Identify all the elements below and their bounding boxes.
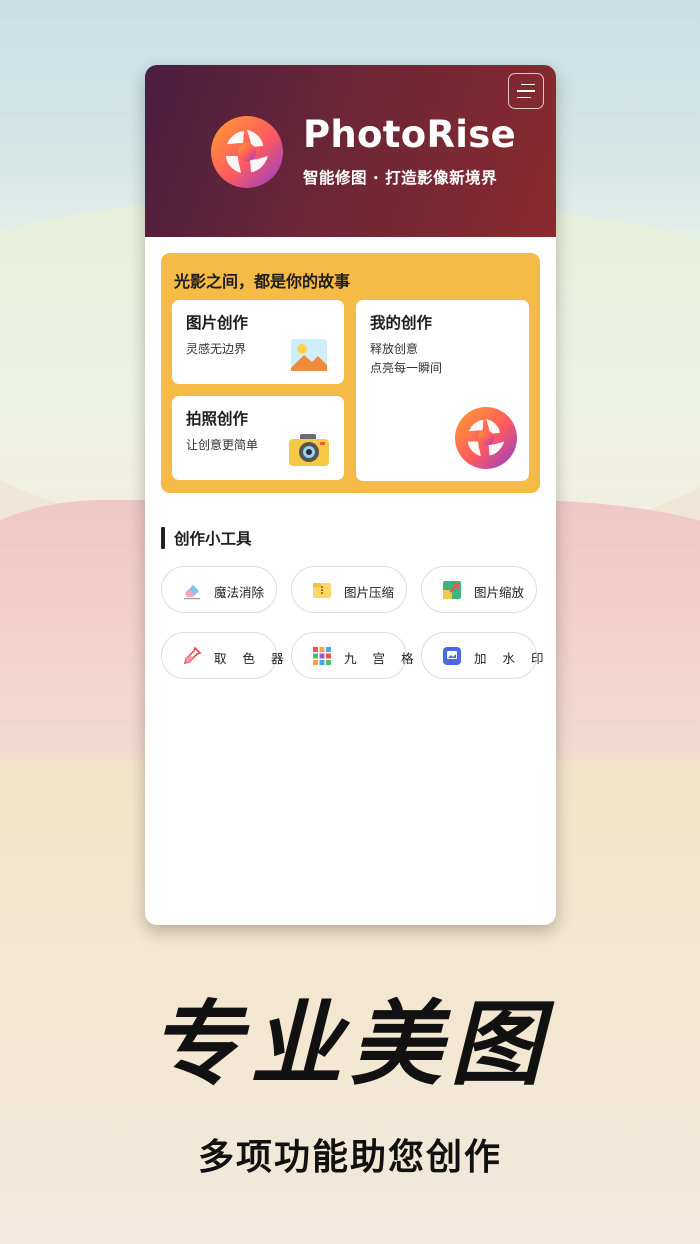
app-logo-icon [455,407,517,469]
tools-section-title: 创作小工具 [174,530,252,548]
promo-subline: 多项功能助您创作 [197,1137,502,1178]
phone-screen: PhotoRise 智能修图 · 打造影像新境界 光影之间，都是你的故事 图片创… [145,65,556,925]
card-desc: 灵感无边界 [186,342,247,356]
tool-label: 图片压缩 [344,585,395,600]
tool-watermark[interactable]: 加 水 印 [421,632,543,679]
menu-icon [521,83,535,86]
card-title: 拍照创作 [186,410,249,428]
tool-color-picker[interactable]: 取 色 器 [161,632,283,679]
app-logo-icon [211,116,283,188]
tool-image-compress[interactable]: 图片压缩 [291,566,407,613]
tool-magic-erase[interactable]: 魔法消除 [161,566,277,613]
app-title: PhotoRise [303,113,516,156]
tool-image-resize[interactable]: 图片缩放 [421,566,537,613]
tool-nine-grid[interactable]: 九 宫 格 [291,632,413,679]
my-creations-card[interactable]: 我的创作 释放创意 点亮每一瞬间 [356,300,529,481]
watermark-icon [443,647,461,665]
resize-icon [443,581,461,599]
section-marker [161,527,165,549]
photo-create-card[interactable]: 拍照创作 让创意更简单 [172,396,344,480]
color-picker-icon [183,646,202,665]
eraser-icon [184,585,200,600]
tool-label: 九 宫 格 [344,651,420,666]
picture-icon [291,339,327,371]
tool-label: 魔法消除 [214,585,265,600]
tool-label: 取 色 器 [214,651,290,666]
tool-label: 加 水 印 [474,651,550,666]
app-tagline: 智能修图 · 打造影像新境界 [303,169,498,187]
tool-label: 图片缩放 [474,585,525,600]
folder-compress-icon [313,583,331,598]
hero-header: PhotoRise 智能修图 · 打造影像新境界 [145,65,556,237]
card-title: 图片创作 [186,314,249,332]
camera-icon [289,434,329,466]
card-desc: 让创意更简单 [186,438,259,452]
image-create-card[interactable]: 图片创作 灵感无边界 [172,300,344,384]
promo-headline: 专业美图 [149,991,550,1098]
card-title: 我的创作 [370,314,433,332]
menu-button[interactable] [508,73,544,109]
feature-panel: 光影之间，都是你的故事 图片创作 灵感无边界 拍照创作 让创意更简单 我的创作 … [161,253,540,493]
feature-panel-title: 光影之间，都是你的故事 [174,272,351,291]
card-desc: 释放创意 点亮每一瞬间 [370,342,443,375]
grid-icon [313,647,331,665]
tools-section-header: 创作小工具 [161,526,252,550]
